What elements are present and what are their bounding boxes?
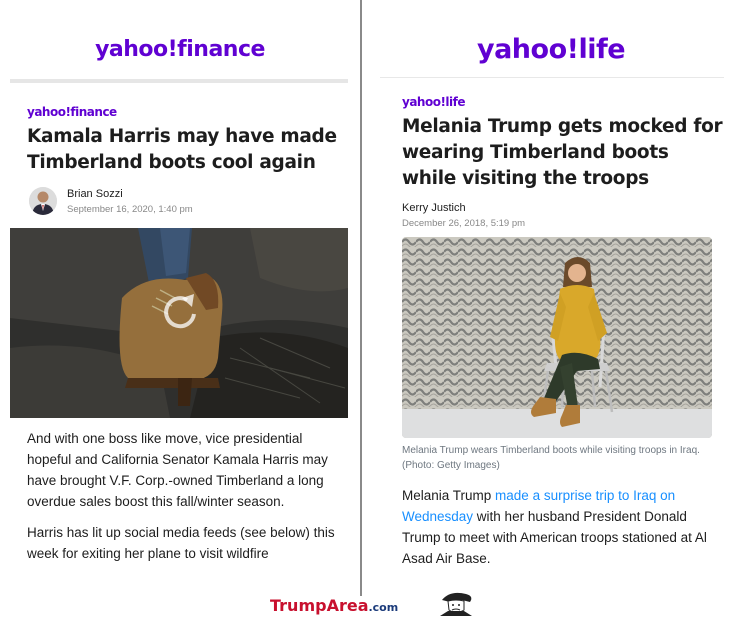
caricature-logo — [436, 590, 476, 616]
author-name[interactable]: Brian Sozzi — [67, 188, 123, 200]
article-headline: Kamala Harris may have made Timberland b… — [27, 126, 337, 173]
watermark-main: TrumpArea — [270, 596, 369, 615]
header-separator — [10, 79, 348, 83]
trumparea-watermark: TrumpArea.com — [270, 596, 398, 615]
yahoo-life-logo[interactable]: yahoo!life — [362, 34, 740, 65]
header-separator — [380, 77, 724, 78]
article-date: September 16, 2020, 1:40 pm — [67, 204, 193, 215]
article-paragraph-1: And with one boss like move, vice presid… — [27, 431, 328, 509]
article-brand-logo: yahoo!finance — [27, 105, 117, 119]
article-paragraph-2: Harris has lit up social media feeds (se… — [27, 525, 335, 561]
watermark-suffix: .com — [368, 601, 399, 614]
article-paragraph-1: Melania Trump made a surprise trip to Ir… — [402, 485, 714, 569]
author-avatar — [29, 187, 57, 215]
author-name[interactable]: Kerry Justich — [402, 202, 466, 214]
panel-divider — [360, 0, 362, 596]
article-brand-logo: yahoo!life — [402, 95, 466, 109]
photo-caption: Melania Trump wears Timberland boots whi… — [402, 445, 700, 471]
article-video[interactable] — [10, 228, 348, 418]
article-date: December 26, 2018, 5:19 pm — [402, 218, 526, 229]
yahoo-finance-logo[interactable]: yahoo!finance — [0, 37, 360, 62]
article-headline: Melania Trump gets mocked for wearing Ti… — [402, 116, 723, 189]
article-photo[interactable] — [402, 237, 712, 438]
paragraph-text: Melania Trump — [402, 488, 496, 503]
